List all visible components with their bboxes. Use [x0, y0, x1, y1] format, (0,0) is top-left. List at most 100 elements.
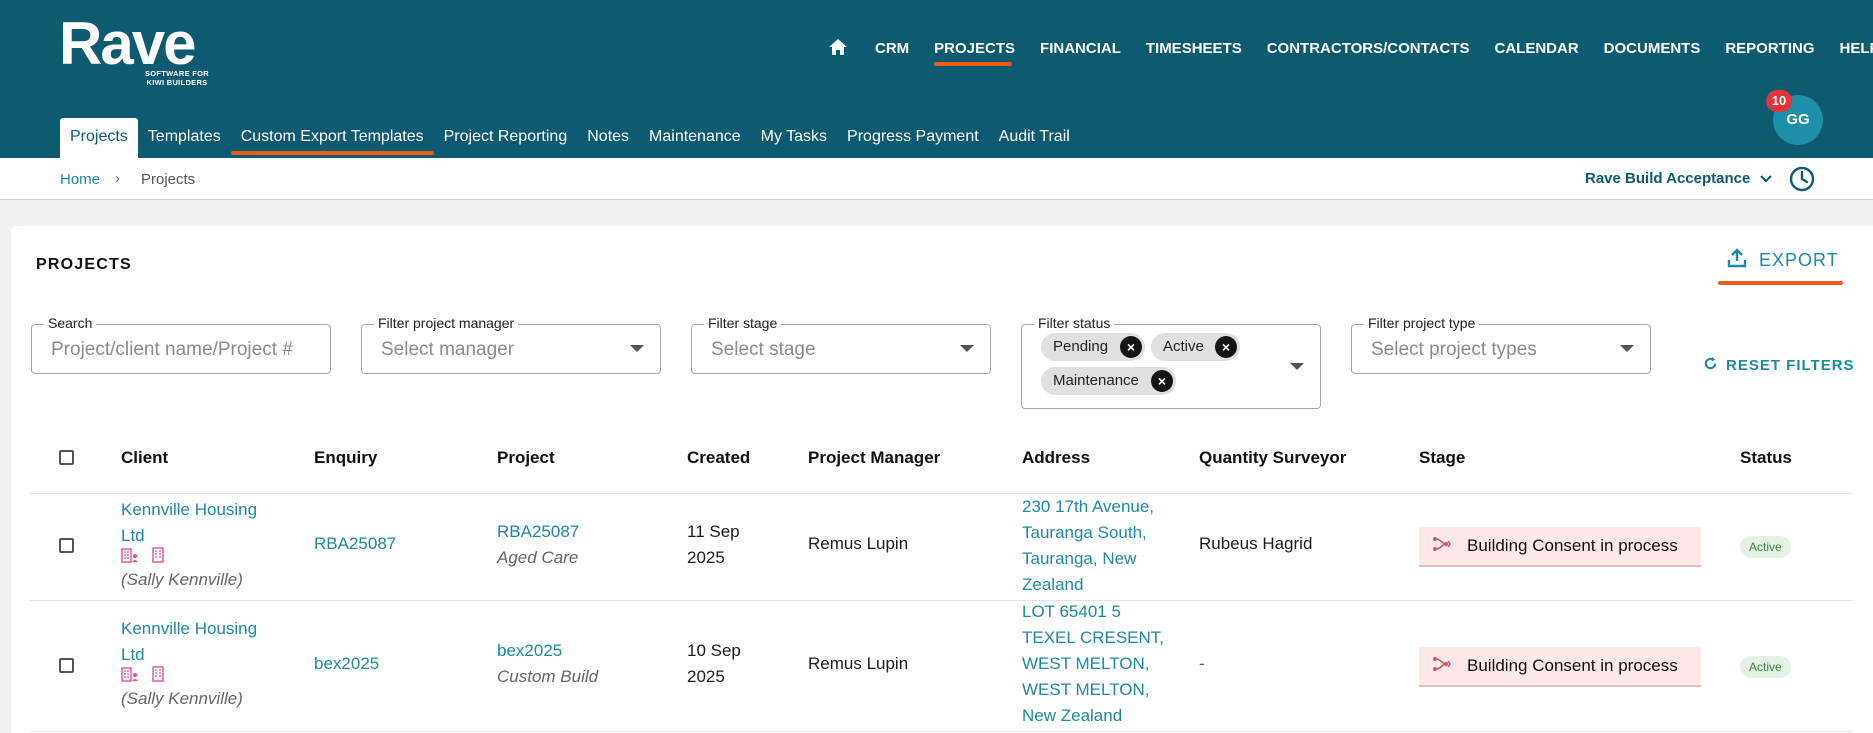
search-label: Search — [44, 315, 97, 331]
highlight-underline — [230, 151, 434, 155]
nav-help[interactable]: HELP — [1840, 40, 1873, 57]
search-field[interactable]: Search Project/client name/Project # — [31, 315, 331, 374]
company-selector[interactable]: Rave Build Acceptance — [1585, 170, 1773, 187]
project-manager-select[interactable]: Select manager — [381, 339, 514, 361]
client-link[interactable]: Kennville Housing — [121, 616, 257, 642]
tab-projects[interactable]: Projects — [60, 118, 138, 158]
close-icon[interactable]: × — [1215, 336, 1237, 358]
status-chip[interactable]: Active × — [1151, 333, 1240, 361]
logo-tagline: SOFTWARE FOR KIWI BUILDERS — [144, 69, 209, 87]
breadcrumb-home[interactable]: Home — [60, 171, 100, 188]
nav-reporting[interactable]: REPORTING — [1725, 40, 1814, 57]
nav-crm[interactable]: CRM — [875, 40, 909, 57]
column-header-stage[interactable]: Stage — [1419, 448, 1465, 468]
column-header-enquiry[interactable]: Enquiry — [314, 448, 377, 468]
client-cell: Kennville Housing Ltd (Sally Kennville) — [121, 616, 257, 712]
project-manager-label: Filter project manager — [374, 315, 519, 331]
clock-icon[interactable] — [1789, 166, 1815, 192]
company-name: Rave Build Acceptance — [1585, 170, 1751, 187]
project-link[interactable]: RBA25087 — [497, 519, 579, 545]
column-header-project-manager[interactable]: Project Manager — [808, 448, 940, 468]
nav-projects-label: PROJECTS — [934, 39, 1016, 57]
status-chip[interactable]: Maintenance × — [1041, 367, 1176, 395]
tab-audit-trail[interactable]: Audit Trail — [989, 118, 1080, 158]
stage-icon — [1431, 656, 1451, 677]
client-link-line2[interactable]: Ltd — [121, 642, 257, 668]
tab-progress-payment[interactable]: Progress Payment — [837, 118, 989, 158]
created-date: 10 Sep 2025 — [687, 641, 741, 686]
client-link[interactable]: Kennville Housing — [121, 497, 257, 523]
nav-calendar[interactable]: CALENDAR — [1495, 40, 1579, 57]
upload-icon — [1727, 248, 1747, 273]
stage-label: Building Consent in process — [1467, 656, 1678, 675]
reset-filters-button[interactable]: RESET FILTERS — [1703, 356, 1855, 375]
stage-select[interactable]: Select stage — [711, 339, 816, 361]
column-header-created[interactable]: Created — [687, 448, 750, 468]
status-label: Filter status — [1034, 315, 1115, 331]
project-type-select[interactable]: Select project types — [1371, 339, 1537, 361]
status-chip-label: Pending — [1053, 338, 1109, 355]
tab-my-tasks[interactable]: My Tasks — [751, 118, 837, 158]
status-filter[interactable]: Filter status Pending × Active × Mainten… — [1021, 315, 1321, 409]
reset-filters-label: RESET FILTERS — [1726, 357, 1855, 374]
search-input[interactable]: Project/client name/Project # — [51, 339, 311, 361]
notification-badge[interactable]: 10 — [1766, 90, 1792, 112]
export-button[interactable]: EXPORT — [1727, 248, 1839, 273]
nav-documents[interactable]: DOCUMENTS — [1604, 40, 1701, 57]
address-link[interactable]: LOT 65401 5 TEXEL CRESENT, WEST MELTON, … — [1022, 599, 1164, 729]
nav-projects[interactable]: PROJECTS — [934, 39, 1016, 66]
status-chip[interactable]: Pending × — [1041, 333, 1145, 361]
dropdown-arrow-icon[interactable] — [630, 345, 644, 352]
dropdown-arrow-icon[interactable] — [960, 345, 974, 352]
dropdown-arrow-icon[interactable] — [1290, 363, 1304, 370]
column-header-client[interactable]: Client — [121, 448, 168, 468]
nav-financial[interactable]: FINANCIAL — [1040, 40, 1121, 57]
project-cell: bex2025 Custom Build — [497, 638, 598, 690]
row-divider — [30, 600, 1852, 601]
select-all-checkbox[interactable] — [59, 450, 74, 465]
client-link-line2[interactable]: Ltd — [121, 523, 257, 549]
project-manager: Remus Lupin — [808, 654, 909, 673]
client-icons — [121, 547, 257, 567]
project-type: Aged Care — [497, 548, 579, 567]
status-badge: Active — [1740, 656, 1791, 678]
project-manager: Remus Lupin — [808, 534, 909, 553]
project-cell: RBA25087 Aged Care — [497, 519, 579, 571]
tab-maintenance[interactable]: Maintenance — [639, 118, 751, 158]
close-icon[interactable]: × — [1151, 370, 1173, 392]
nav-timesheets[interactable]: TIMESHEETS — [1146, 40, 1242, 57]
nav-contractors-contacts[interactable]: CONTRACTORS/CONTACTS — [1267, 40, 1470, 57]
project-link[interactable]: bex2025 — [497, 638, 598, 664]
enquiry-link[interactable]: RBA25087 — [314, 531, 396, 557]
projects-card: PROJECTS EXPORT Search Project/client na… — [11, 226, 1873, 733]
column-header-address[interactable]: Address — [1022, 448, 1090, 468]
row-checkbox[interactable] — [59, 538, 74, 553]
stage-icon — [1431, 536, 1451, 557]
dropdown-arrow-icon[interactable] — [1620, 345, 1634, 352]
column-header-project[interactable]: Project — [497, 448, 555, 468]
project-type-filter[interactable]: Filter project type Select project types — [1351, 315, 1651, 374]
home-icon[interactable] — [828, 38, 850, 58]
quantity-surveyor: Rubeus Hagrid — [1199, 534, 1313, 553]
status-chip-label: Maintenance — [1053, 372, 1139, 389]
created-date: 11 Sep 2025 — [687, 522, 740, 567]
close-icon[interactable]: × — [1120, 336, 1142, 358]
row-checkbox[interactable] — [59, 658, 74, 673]
refresh-icon — [1703, 356, 1718, 375]
header-divider — [30, 493, 1852, 494]
project-type-label: Filter project type — [1364, 315, 1480, 331]
column-header-status[interactable]: Status — [1740, 448, 1792, 468]
tab-notes[interactable]: Notes — [577, 118, 639, 158]
column-header-quantity-surveyor[interactable]: Quantity Surveyor — [1199, 448, 1346, 468]
stage-filter[interactable]: Filter stage Select stage — [691, 315, 991, 374]
tab-templates[interactable]: Templates — [138, 118, 231, 158]
enquiry-link[interactable]: bex2025 — [314, 651, 379, 677]
project-manager-filter[interactable]: Filter project manager Select manager — [361, 315, 661, 374]
logo-wordmark: Rave — [59, 10, 196, 77]
tab-project-reporting[interactable]: Project Reporting — [434, 118, 578, 158]
tab-custom-export-templates[interactable]: Custom Export Templates — [230, 118, 434, 158]
top-nav: CRM PROJECTS FINANCIAL TIMESHEETS CONTRA… — [828, 38, 1873, 66]
rave-logo[interactable]: Rave SOFTWARE FOR KIWI BUILDERS — [59, 10, 209, 88]
address-link[interactable]: 230 17th Avenue, Tauranga South, Taurang… — [1022, 494, 1154, 598]
stage-badge: Building Consent in process — [1419, 647, 1701, 687]
